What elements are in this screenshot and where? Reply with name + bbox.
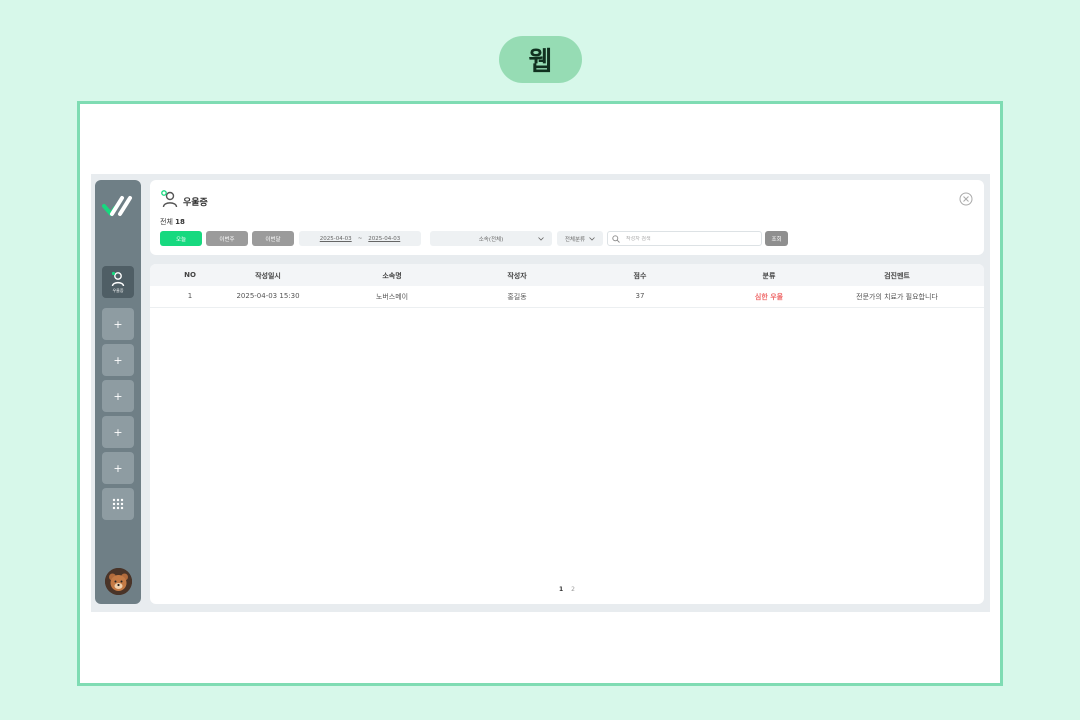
sidebar-add-button-2[interactable]: + [102,344,134,376]
category-select-value: 전체분류 [564,236,586,243]
cell-category: 심한 우울 [754,293,784,301]
search-icon [612,234,620,243]
sidebar-add-button-5[interactable]: + [102,452,134,484]
page-title: 우울증 [183,198,208,208]
this-month-button[interactable]: 이번달 [252,231,294,246]
author-search[interactable] [607,231,762,246]
cell-comment: 전문가의 치료가 필요합니다 [856,293,938,301]
grid-icon [112,498,124,510]
user-icon [161,190,178,208]
table-header: NO 작성일시 소속명 작성자 점수 분류 검진멘트 [150,264,984,286]
query-button[interactable]: 조회 [765,231,788,246]
sidebar: 우울증 + + + + + [95,180,141,604]
bear-avatar-icon [105,568,132,595]
sidebar-apps-button[interactable] [102,488,134,520]
chevron-down-icon [589,236,595,241]
sidebar-add-button-3[interactable]: + [102,380,134,412]
column-header-score: 점수 [633,272,647,280]
user-icon [111,271,125,286]
today-button[interactable]: 오늘 [160,231,202,246]
pagination: 1 2 [150,586,984,593]
cell-score: 37 [635,292,645,300]
plus-icon: + [113,425,123,439]
page-link-1[interactable]: 1 [559,586,563,593]
sidebar-add-button-4[interactable]: + [102,416,134,448]
plus-icon: + [113,317,123,331]
logo-icon [102,196,132,216]
this-week-button[interactable]: 이번주 [206,231,248,246]
total-label: 전체 [160,218,173,226]
results-table: NO 작성일시 소속명 작성자 점수 분류 검진멘트 1 2025-04-03 … [150,264,984,604]
banner-pill: 웹 [499,36,582,83]
affiliation-select[interactable]: 소속(전체) [430,231,552,246]
plus-icon: + [113,353,123,367]
cell-no: 1 [187,292,193,300]
column-header-datetime: 작성일시 [255,272,281,280]
date-range-picker[interactable]: 2025-04-03 ~ 2025-04-03 [299,231,421,246]
close-icon[interactable] [959,192,973,206]
table-row[interactable]: 1 2025-04-03 15:30 노버스메이 홍길동 37 심한 우울 전문… [150,286,984,308]
column-header-category: 분류 [762,272,776,280]
column-header-comment: 검진멘트 [884,272,910,280]
plus-icon: + [113,389,123,403]
plus-icon: + [113,461,123,475]
sidebar-item-depression[interactable]: 우울증 [102,266,134,298]
search-input[interactable] [626,235,746,242]
cell-datetime: 2025-04-03 15:30 [236,292,300,300]
column-header-affiliation: 소속명 [382,272,402,280]
header-card: 우울증 전체 18 오늘 이번주 이번달 2025-04-03 ~ 2025-0… [150,180,984,255]
date-separator: ~ [357,235,363,242]
chevron-down-icon [538,236,544,241]
affiliation-select-value: 소속(전체) [478,236,504,243]
sidebar-item-label: 우울증 [112,287,124,293]
column-header-author: 작성자 [507,272,527,280]
app-window: 우울증 + + + + + 우울증 전체 18 오늘 이번주 이번달 2025-… [91,174,990,612]
sidebar-add-button-1[interactable]: + [102,308,134,340]
category-select[interactable]: 전체분류 [557,231,603,246]
date-to[interactable]: 2025-04-03 [368,236,400,242]
date-from[interactable]: 2025-04-03 [320,236,352,242]
avatar[interactable] [105,568,132,595]
column-header-no: NO [184,271,196,279]
total-count: 18 [175,218,185,226]
total-count-label: 전체 18 [160,217,185,227]
cell-affiliation: 노버스메이 [375,293,409,301]
cell-author: 홍길동 [507,293,527,301]
banner-label: 웹 [528,47,553,77]
page-link-2[interactable]: 2 [571,586,575,593]
